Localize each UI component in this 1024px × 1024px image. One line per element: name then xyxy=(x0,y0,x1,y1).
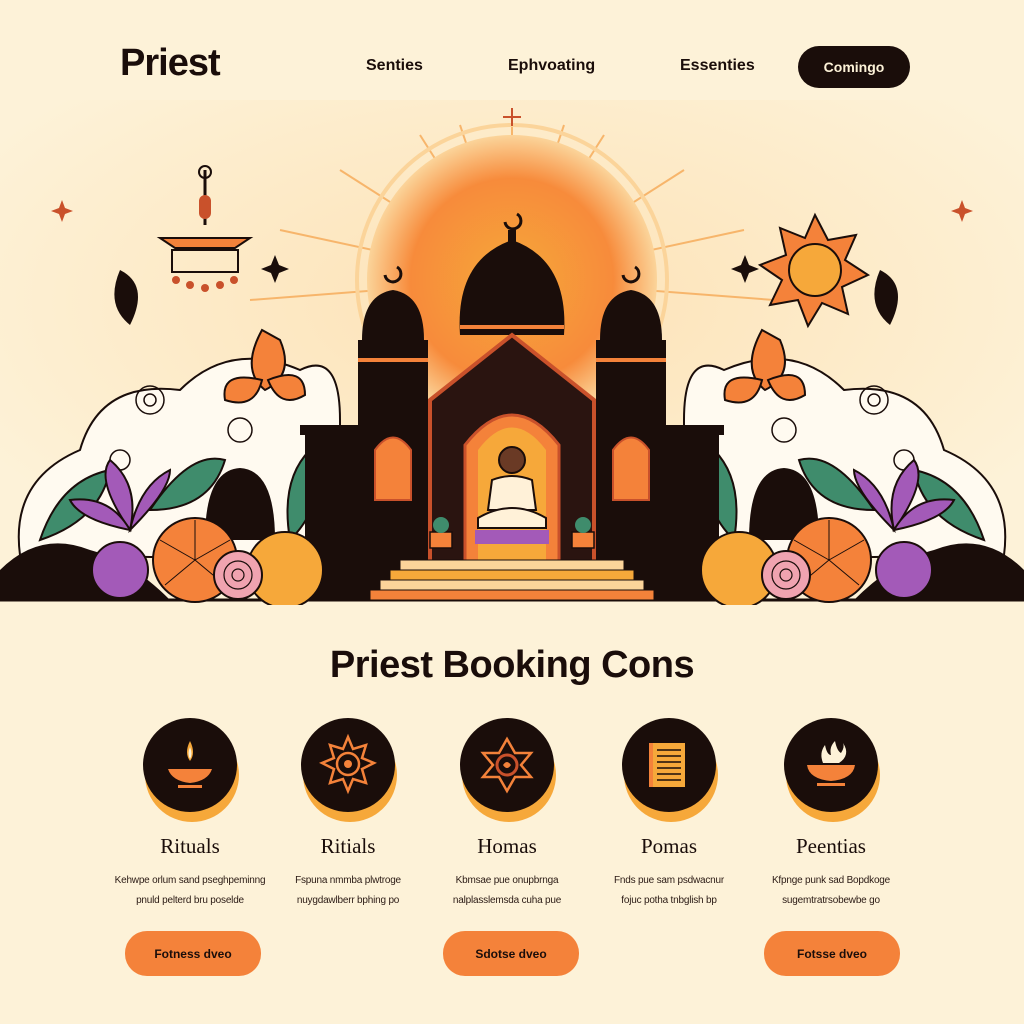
card-title: Homas xyxy=(477,834,537,858)
book-button-1[interactable]: Fotness dveo xyxy=(125,931,261,976)
card-title: Rituals xyxy=(160,834,220,858)
card-description: Kbmsae pue onupbrnga nalplasslemsda cuha… xyxy=(452,875,562,906)
service-card-rituals[interactable]: Rituals Kehwpe orlum sand pseghpeminng p… xyxy=(100,712,280,911)
nav-link-essenties[interactable]: Essenties xyxy=(680,57,755,75)
service-card-homas[interactable]: Homas Kbmsae pue onupbrnga nalplasslemsd… xyxy=(417,712,597,911)
service-card-ritials[interactable]: Ritials Fspuna nmmba plwtroge nuygdawlbe… xyxy=(258,712,438,911)
hero-illustration xyxy=(0,100,1024,605)
scroll-icon xyxy=(649,743,685,787)
nav-link-senties[interactable]: Senties xyxy=(366,57,423,75)
temple-illustration xyxy=(0,100,1024,605)
card-title: Pomas xyxy=(640,834,697,858)
card-description: Fspuna nmmba plwtroge nuygdawlberr bphin… xyxy=(295,875,401,906)
card-description: Fnds pue sam psdwacnur fojuc potha tnbgl… xyxy=(613,875,725,906)
diya-icon xyxy=(168,741,212,788)
service-card-pomas[interactable]: Pomas Fnds pue sam psdwacnur fojuc potha… xyxy=(579,712,759,911)
service-cards: Rituals Kehwpe orlum sand pseghpeminng p… xyxy=(0,712,1024,912)
card-title: Peentias xyxy=(796,834,866,858)
card-description: Kehwpe orlum sand pseghpeminng pnuld pel… xyxy=(114,875,266,906)
service-card-peentias[interactable]: Peentias Kfpnge punk sad Bopdkoge sugemt… xyxy=(741,712,921,911)
lotus-mandala-icon xyxy=(480,736,534,794)
priest-body xyxy=(486,475,538,511)
card-title: Ritials xyxy=(320,834,376,858)
book-button-3[interactable]: Fotsse dveo xyxy=(764,931,900,976)
card-description: Kfpnge punk sad Bopdkoge sugemtratrsobew… xyxy=(771,875,891,906)
book-button-2[interactable]: Sdotse dveo xyxy=(443,931,579,976)
logo[interactable]: Priest xyxy=(120,42,221,85)
section-title: Priest Booking Cons xyxy=(329,644,695,686)
nav-cta-button[interactable]: Comingo xyxy=(798,46,910,88)
fire-bowl-icon xyxy=(807,741,855,786)
mandala-sun-icon xyxy=(318,733,378,795)
priest-head xyxy=(498,446,526,474)
nav-link-ephvoating[interactable]: Ephvoating xyxy=(508,57,595,75)
